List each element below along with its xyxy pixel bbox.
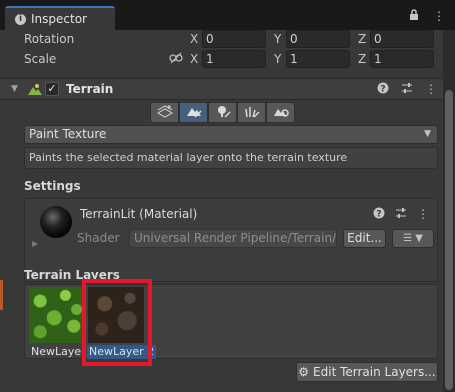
layer-name: NewLayer (31, 345, 86, 358)
component-title: Terrain (66, 82, 114, 96)
terrain-toolbar (150, 102, 295, 123)
material-menu-icon[interactable]: ⋮ (417, 207, 429, 222)
edit-terrain-layers-label: Edit Terrain Layers... (313, 365, 436, 379)
terrain-layer-item[interactable]: NewLayer (29, 287, 87, 360)
settings-heading: Settings (24, 179, 81, 193)
presets-icon[interactable] (401, 82, 413, 97)
terrain-settings-icon (273, 105, 289, 121)
rotation-z-axis: Z (358, 32, 367, 46)
create-neighbor-tool[interactable] (150, 102, 179, 123)
material-help-icon[interactable]: ? (373, 207, 385, 222)
scale-row: Scale (24, 50, 56, 68)
rotation-z-field[interactable]: 0 (370, 30, 434, 48)
shader-value: Universal Render Pipeline/Terrain/Lit (134, 231, 337, 245)
rotation-row: Rotation (24, 30, 74, 48)
scale-x-axis: X (190, 52, 199, 66)
svg-text:?: ? (380, 85, 385, 95)
terrain-icon (28, 83, 42, 99)
scale-label: Scale (24, 52, 57, 66)
svg-text:?: ? (376, 210, 381, 220)
paint-mode-dropdown[interactable]: Paint Texture ▼ (24, 125, 438, 144)
expand-arrow-icon[interactable]: ▶ (32, 239, 38, 248)
paint-mode-value: Paint Texture (29, 127, 107, 141)
edit-shader-button[interactable]: Edit... (343, 229, 386, 248)
scale-y-axis: Y (274, 52, 282, 66)
rotation-y-axis: Y (274, 32, 282, 46)
paint-trees-tool[interactable] (208, 102, 237, 123)
material-preview-sphere (40, 206, 72, 238)
scale-z-field[interactable]: 1 (370, 50, 434, 68)
more-menu-icon[interactable]: ⋮ (433, 9, 445, 24)
selection-highlight-box (82, 279, 152, 366)
rotation-label: Rotation (24, 32, 75, 46)
tab-inspector-label: Inspector (31, 12, 87, 26)
constrain-proportions-icon[interactable] (169, 52, 183, 67)
rotation-x-field[interactable]: 0 (202, 30, 266, 48)
material-name: TerrainLit (Material) (80, 207, 198, 221)
foldout-arrow-icon[interactable]: ▼ (11, 84, 18, 94)
paint-mode-help: Paints the selected material layer onto … (24, 147, 438, 169)
tab-inspector[interactable]: i Inspector (5, 6, 115, 30)
terrain-settings-tool[interactable] (266, 102, 295, 123)
rotation-x-axis: X (190, 32, 199, 46)
edit-terrain-layers-button[interactable]: ⚙ Edit Terrain Layers... (296, 362, 438, 382)
terrain-component-header[interactable]: ▼ ✓ Terrain ? ⋮ (0, 78, 443, 100)
shader-dropdown[interactable]: Universal Render Pipeline/Terrain/Lit (129, 229, 337, 248)
help-icon[interactable]: ? (377, 82, 389, 97)
tab-bar: i Inspector ⋮ (0, 0, 455, 30)
component-enabled-checkbox[interactable]: ✓ (45, 82, 59, 96)
gear-icon: ⚙ (298, 365, 310, 379)
scale-x-field[interactable]: 1 (202, 50, 266, 68)
paint-terrain-icon (186, 105, 202, 121)
dropdown-arrow-icon: ▼ (424, 129, 431, 139)
shader-label: Shader (77, 231, 120, 245)
material-presets-icon[interactable] (395, 207, 407, 222)
scene-edge (0, 280, 3, 310)
create-neighbor-icon (156, 104, 173, 121)
info-icon: i (15, 13, 26, 25)
scale-y-field[interactable]: 1 (286, 50, 350, 68)
lock-icon[interactable] (409, 9, 419, 24)
grass-layer-thumbnail (29, 287, 85, 343)
paint-trees-icon (215, 105, 231, 121)
vertical-scrollbar[interactable] (443, 30, 455, 392)
scale-z-axis: Z (358, 52, 367, 66)
scrollbar-thumb[interactable] (445, 90, 453, 390)
paint-terrain-tool[interactable] (179, 102, 208, 123)
component-menu-icon[interactable]: ⋮ (425, 82, 437, 97)
paint-details-tool[interactable] (237, 102, 266, 123)
shader-options-button[interactable]: ☰ ▼ (392, 229, 434, 248)
list-icon: ☰ ▼ (403, 233, 423, 244)
paint-details-icon (244, 105, 260, 121)
rotation-y-field[interactable]: 0 (286, 30, 350, 48)
